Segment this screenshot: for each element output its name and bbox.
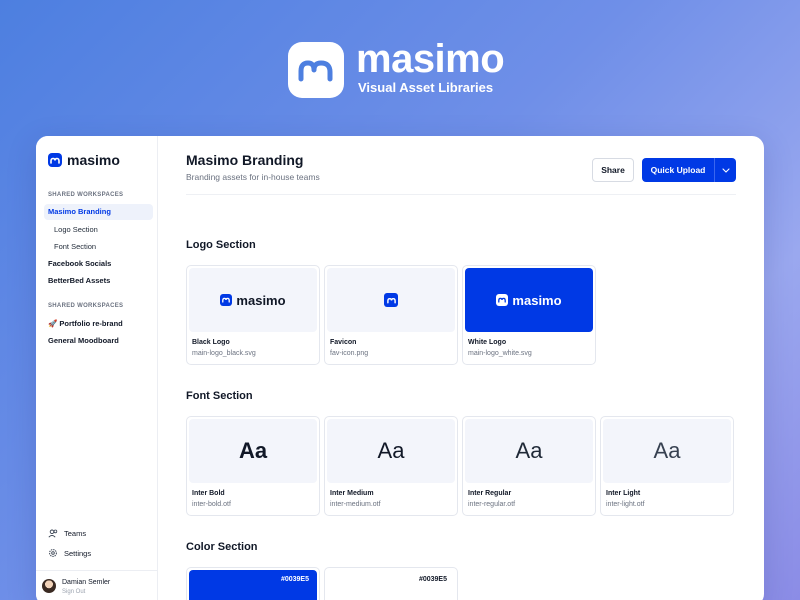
chevron-down-icon[interactable] — [714, 158, 736, 182]
font-section-title: Font Section — [186, 390, 253, 402]
hero-tagline: Visual Asset Libraries — [358, 80, 494, 95]
asset-filename: inter-medium.otf — [330, 501, 381, 508]
color-swatch-card[interactable]: #0039E5 — [186, 567, 320, 600]
sidebar-item-facebook-socials[interactable]: Facebook Socials — [48, 256, 111, 272]
asset-preview — [327, 268, 455, 332]
quick-upload-label[interactable]: Quick Upload — [642, 158, 714, 182]
user-name: Damian Semler — [62, 579, 111, 586]
font-sample: Aa — [515, 438, 543, 463]
font-preview: Aa — [189, 419, 317, 483]
asset-card-white-logo[interactable]: masimo White Logo main-logo_white.svg — [462, 265, 596, 365]
settings-label: Settings — [64, 548, 92, 558]
asset-preview: masimo — [189, 268, 317, 332]
gear-icon — [49, 549, 57, 557]
font-preview: Aa — [465, 419, 593, 483]
asset-card-favicon[interactable]: Favicon fav-icon.png — [324, 265, 458, 365]
asset-filename: inter-bold.otf — [192, 501, 231, 508]
sign-out-link[interactable]: Sign Out — [62, 589, 85, 595]
sidebar-item-teams[interactable]: Teams — [48, 529, 86, 538]
asset-filename: inter-regular.otf — [468, 501, 516, 508]
asset-name: Favicon — [330, 339, 357, 346]
sidebar-item-portfolio-rebrand[interactable]: 🚀 Portfolio re-brand — [48, 316, 123, 332]
asset-filename: inter-light.otf — [606, 501, 645, 508]
asset-filename: fav-icon.png — [330, 350, 369, 357]
asset-name: White Logo — [468, 339, 507, 346]
brand-name: masimo — [67, 152, 120, 168]
asset-name: Inter Light — [606, 490, 641, 497]
font-sample: Aa — [377, 438, 405, 463]
asset-card-black-logo[interactable]: masimo Black Logo main-logo_black.svg — [186, 265, 320, 365]
avatar — [42, 579, 56, 593]
asset-card-inter-medium[interactable]: Aa Inter Medium inter-medium.otf — [324, 416, 458, 516]
color-hex: #0039E5 — [418, 576, 447, 583]
font-sample: Aa — [238, 438, 268, 463]
hero-banner: masimo Visual Asset Libraries — [0, 36, 800, 106]
asset-name: Black Logo — [192, 339, 230, 346]
user-profile[interactable]: Damian Semler Sign Out — [36, 570, 158, 600]
color-swatch — [189, 570, 317, 600]
sidebar-brand[interactable]: masimo — [48, 152, 120, 168]
asset-card-inter-light[interactable]: Aa Inter Light inter-light.otf — [600, 416, 734, 516]
masimo-logo-icon — [48, 153, 62, 167]
section-label-shared-workspaces-2: SHARED WORKSPACES — [48, 303, 124, 309]
font-sample: Aa — [653, 438, 681, 463]
sidebar: masimo SHARED WORKSPACES Masimo Branding… — [36, 136, 158, 600]
asset-card-inter-bold[interactable]: Aa Inter Bold inter-bold.otf — [186, 416, 320, 516]
share-button[interactable]: Share — [592, 158, 634, 182]
sidebar-item-general-moodboard[interactable]: General Moodboard — [48, 333, 119, 349]
sidebar-item-logo-section[interactable]: Logo Section — [54, 222, 98, 238]
color-swatch — [327, 570, 455, 600]
color-section-title: Color Section — [186, 541, 258, 553]
sidebar-item-masimo-branding[interactable]: Masimo Branding — [44, 204, 153, 220]
section-label-shared-workspaces: SHARED WORKSPACES — [48, 192, 124, 198]
hero-title: masimo — [356, 37, 505, 81]
users-icon — [48, 529, 58, 538]
logo-preview: masimo — [496, 293, 562, 308]
sidebar-item-settings[interactable]: Settings — [48, 548, 91, 558]
asset-name: Inter Medium — [330, 490, 374, 497]
color-hex: #0039E5 — [280, 576, 309, 583]
asset-preview: masimo — [465, 268, 593, 332]
app-window: masimo SHARED WORKSPACES Masimo Branding… — [36, 136, 764, 600]
sidebar-item-betterbed-assets[interactable]: BetterBed Assets — [48, 273, 110, 289]
font-preview: Aa — [603, 419, 731, 483]
quick-upload-button[interactable]: Quick Upload — [642, 158, 736, 182]
asset-name: Inter Regular — [468, 490, 512, 497]
sidebar-item-font-section[interactable]: Font Section — [54, 239, 96, 255]
asset-filename: main-logo_white.svg — [468, 350, 532, 357]
asset-name: Inter Bold — [192, 490, 225, 497]
page-title: Masimo Branding — [186, 152, 304, 168]
masimo-logo-icon — [220, 294, 233, 306]
header-divider — [186, 194, 736, 195]
teams-label: Teams — [64, 529, 87, 538]
masimo-logo-icon — [288, 42, 344, 98]
asset-card-inter-regular[interactable]: Aa Inter Regular inter-regular.otf — [462, 416, 596, 516]
favicon-icon — [384, 293, 398, 307]
logo-section-title: Logo Section — [186, 239, 256, 251]
masimo-logo-icon — [496, 294, 509, 306]
asset-filename: main-logo_black.svg — [192, 350, 256, 357]
page-subtitle: Branding assets for in-house teams — [186, 172, 320, 182]
logo-preview: masimo — [220, 293, 286, 308]
color-swatch-card[interactable]: #0039E5 — [324, 567, 458, 600]
font-preview: Aa — [327, 419, 455, 483]
main-content: Masimo Branding Branding assets for in-h… — [186, 136, 736, 600]
